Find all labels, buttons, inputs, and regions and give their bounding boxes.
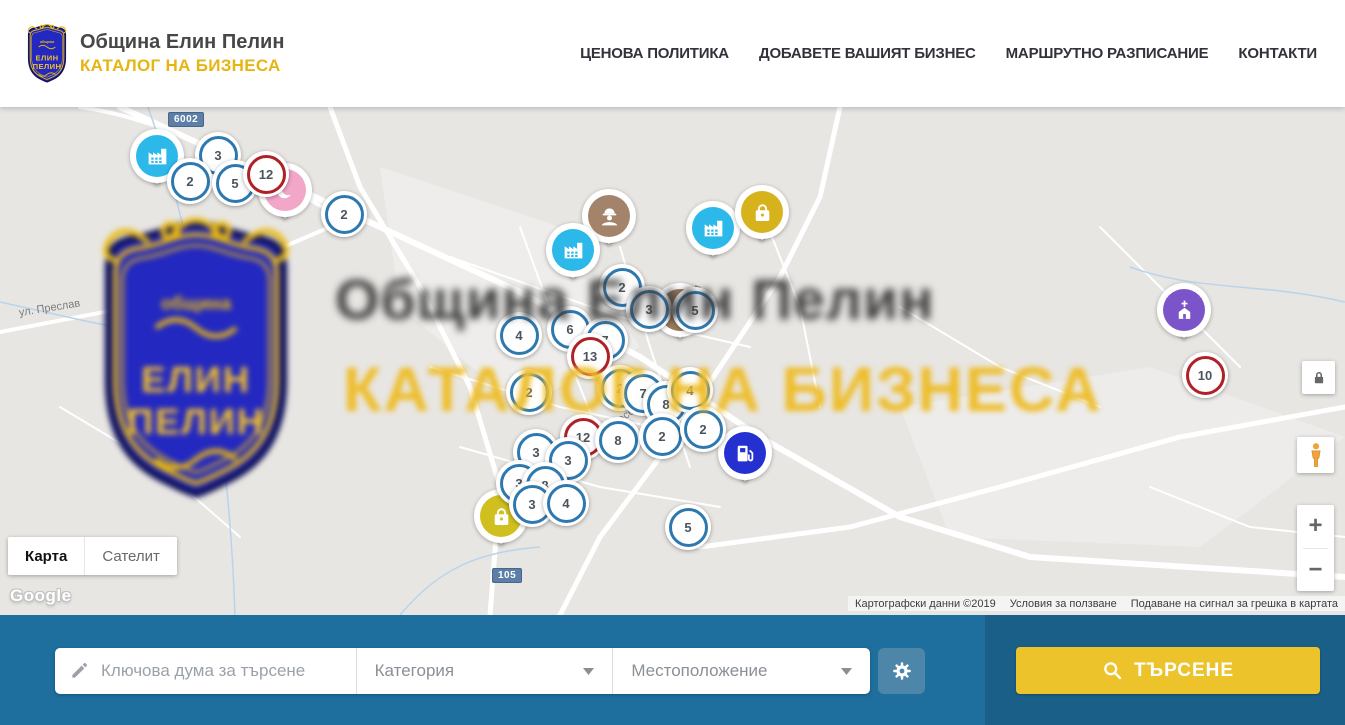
location-select[interactable]: Местоположение <box>613 648 870 694</box>
category-select[interactable]: Категория <box>357 648 613 694</box>
category-pin-shopping[interactable] <box>735 185 789 255</box>
cluster-marker[interactable]: 2 <box>167 158 213 204</box>
cluster-marker[interactable]: 2 <box>506 369 552 415</box>
cluster-count: 12 <box>247 155 286 194</box>
nav-pricing-policy[interactable]: ЦЕНОВА ПОЛИТИКА <box>580 45 729 62</box>
cluster-marker[interactable]: 5 <box>672 287 718 333</box>
cluster-count: 2 <box>325 195 364 234</box>
bag-icon <box>741 191 783 233</box>
cluster-count: 2 <box>171 162 210 201</box>
search-icon <box>1102 660 1123 681</box>
zoom-control: + − <box>1297 505 1334 591</box>
municipality-crest-logo[interactable] <box>24 23 70 84</box>
zoom-out-button[interactable]: − <box>1297 549 1334 592</box>
search-submit-label: ТЪРСЕНЕ <box>1134 660 1234 682</box>
cluster-marker[interactable]: 4 <box>496 312 542 358</box>
map-attribution: Картографски данни ©2019 Условия за полз… <box>848 596 1345 611</box>
cluster-count: 13 <box>571 337 610 376</box>
category-pin-fuel-station[interactable] <box>718 426 772 496</box>
lock-button[interactable] <box>1302 361 1335 394</box>
gear-icon <box>890 659 914 683</box>
search-bar: Категория Местоположение <box>0 615 1345 725</box>
brand-block: Община Елин Пелин КАТАЛОГ НА БИЗНЕСА <box>80 31 284 76</box>
google-logo[interactable]: Google <box>10 586 72 606</box>
factory-icon <box>552 229 594 271</box>
zoom-in-button[interactable]: + <box>1297 505 1334 548</box>
map-type-map-button[interactable]: Карта <box>8 537 84 575</box>
cluster-count: 10 <box>1186 356 1225 395</box>
cluster-count: 4 <box>547 484 586 523</box>
search-panel: Категория Местоположение <box>55 648 870 694</box>
street-view-pegman-button[interactable] <box>1297 437 1334 473</box>
factory-icon <box>692 207 734 249</box>
road-shield: 105 <box>492 568 522 583</box>
cluster-marker[interactable]: 2 <box>639 413 685 459</box>
category-pin-industry[interactable] <box>686 201 740 271</box>
cluster-marker[interactable]: 5 <box>665 504 711 550</box>
site-title: Община Елин Пелин <box>80 31 284 54</box>
keyword-search-input[interactable] <box>99 660 342 682</box>
cluster-marker[interactable]: 12 <box>243 151 289 197</box>
cluster-count: 5 <box>676 291 715 330</box>
site-header: Община Елин Пелин КАТАЛОГ НА БИЗНЕСА ЦЕН… <box>0 0 1345 107</box>
attribution-terms-link[interactable]: Условия за ползване <box>1003 598 1124 610</box>
nav-add-your-business[interactable]: ДОБАВЕТЕ ВАШИЯТ БИЗНЕС <box>759 45 976 62</box>
cluster-count: 4 <box>500 316 539 355</box>
location-select-label: Местоположение <box>631 661 767 681</box>
nav-contacts[interactable]: КОНТАКТИ <box>1238 45 1317 62</box>
category-select-label: Категория <box>375 661 454 681</box>
cluster-count: 4 <box>671 371 710 410</box>
main-nav: ЦЕНОВА ПОЛИТИКА ДОБАВЕТЕ ВАШИЯТ БИЗНЕС М… <box>580 45 1321 62</box>
site-subtitle: КАТАЛОГ НА БИЗНЕСА <box>80 56 284 76</box>
cluster-count: 3 <box>630 290 669 329</box>
category-pin-church[interactable] <box>1157 283 1211 353</box>
attribution-report-link[interactable]: Подаване на сигнал за грешка в картата <box>1124 598 1345 610</box>
advanced-settings-button[interactable] <box>878 648 925 694</box>
cluster-count: 5 <box>669 508 708 547</box>
map-type-control: Карта Сателит <box>8 537 177 575</box>
cluster-marker[interactable]: 2 <box>680 406 726 452</box>
cluster-marker[interactable]: 2 <box>321 191 367 237</box>
cluster-marker[interactable]: 3 <box>626 286 672 332</box>
chevron-down-icon <box>583 668 594 675</box>
cluster-count: 2 <box>643 417 682 456</box>
chevron-down-icon <box>841 668 852 675</box>
map-type-satellite-button[interactable]: Сателит <box>84 537 177 575</box>
cluster-count: 2 <box>510 373 549 412</box>
pencil-icon <box>69 661 89 681</box>
cluster-marker[interactable]: 10 <box>1182 352 1228 398</box>
church-icon <box>1163 289 1205 331</box>
search-submit-button[interactable]: ТЪРСЕНЕ <box>1016 647 1320 694</box>
pegman-icon <box>1305 442 1327 468</box>
cluster-count: 2 <box>684 410 723 449</box>
nav-route-schedule[interactable]: МАРШРУТНО РАЗПИСАНИЕ <box>1006 45 1209 62</box>
fuel-icon <box>724 432 766 474</box>
cluster-marker[interactable]: 8 <box>595 417 641 463</box>
attribution-data: Картографски данни ©2019 <box>848 598 1003 610</box>
road-shield: 6002 <box>168 112 204 127</box>
keyword-field-wrap <box>55 648 356 694</box>
cluster-marker[interactable]: 4 <box>543 480 589 526</box>
map-canvas[interactable]: ул. Преславбул. „Новоселци 6002105 32512… <box>0 107 1345 615</box>
category-pin-industry[interactable] <box>546 223 600 293</box>
cluster-count: 8 <box>599 421 638 460</box>
lock-icon <box>1310 369 1328 387</box>
